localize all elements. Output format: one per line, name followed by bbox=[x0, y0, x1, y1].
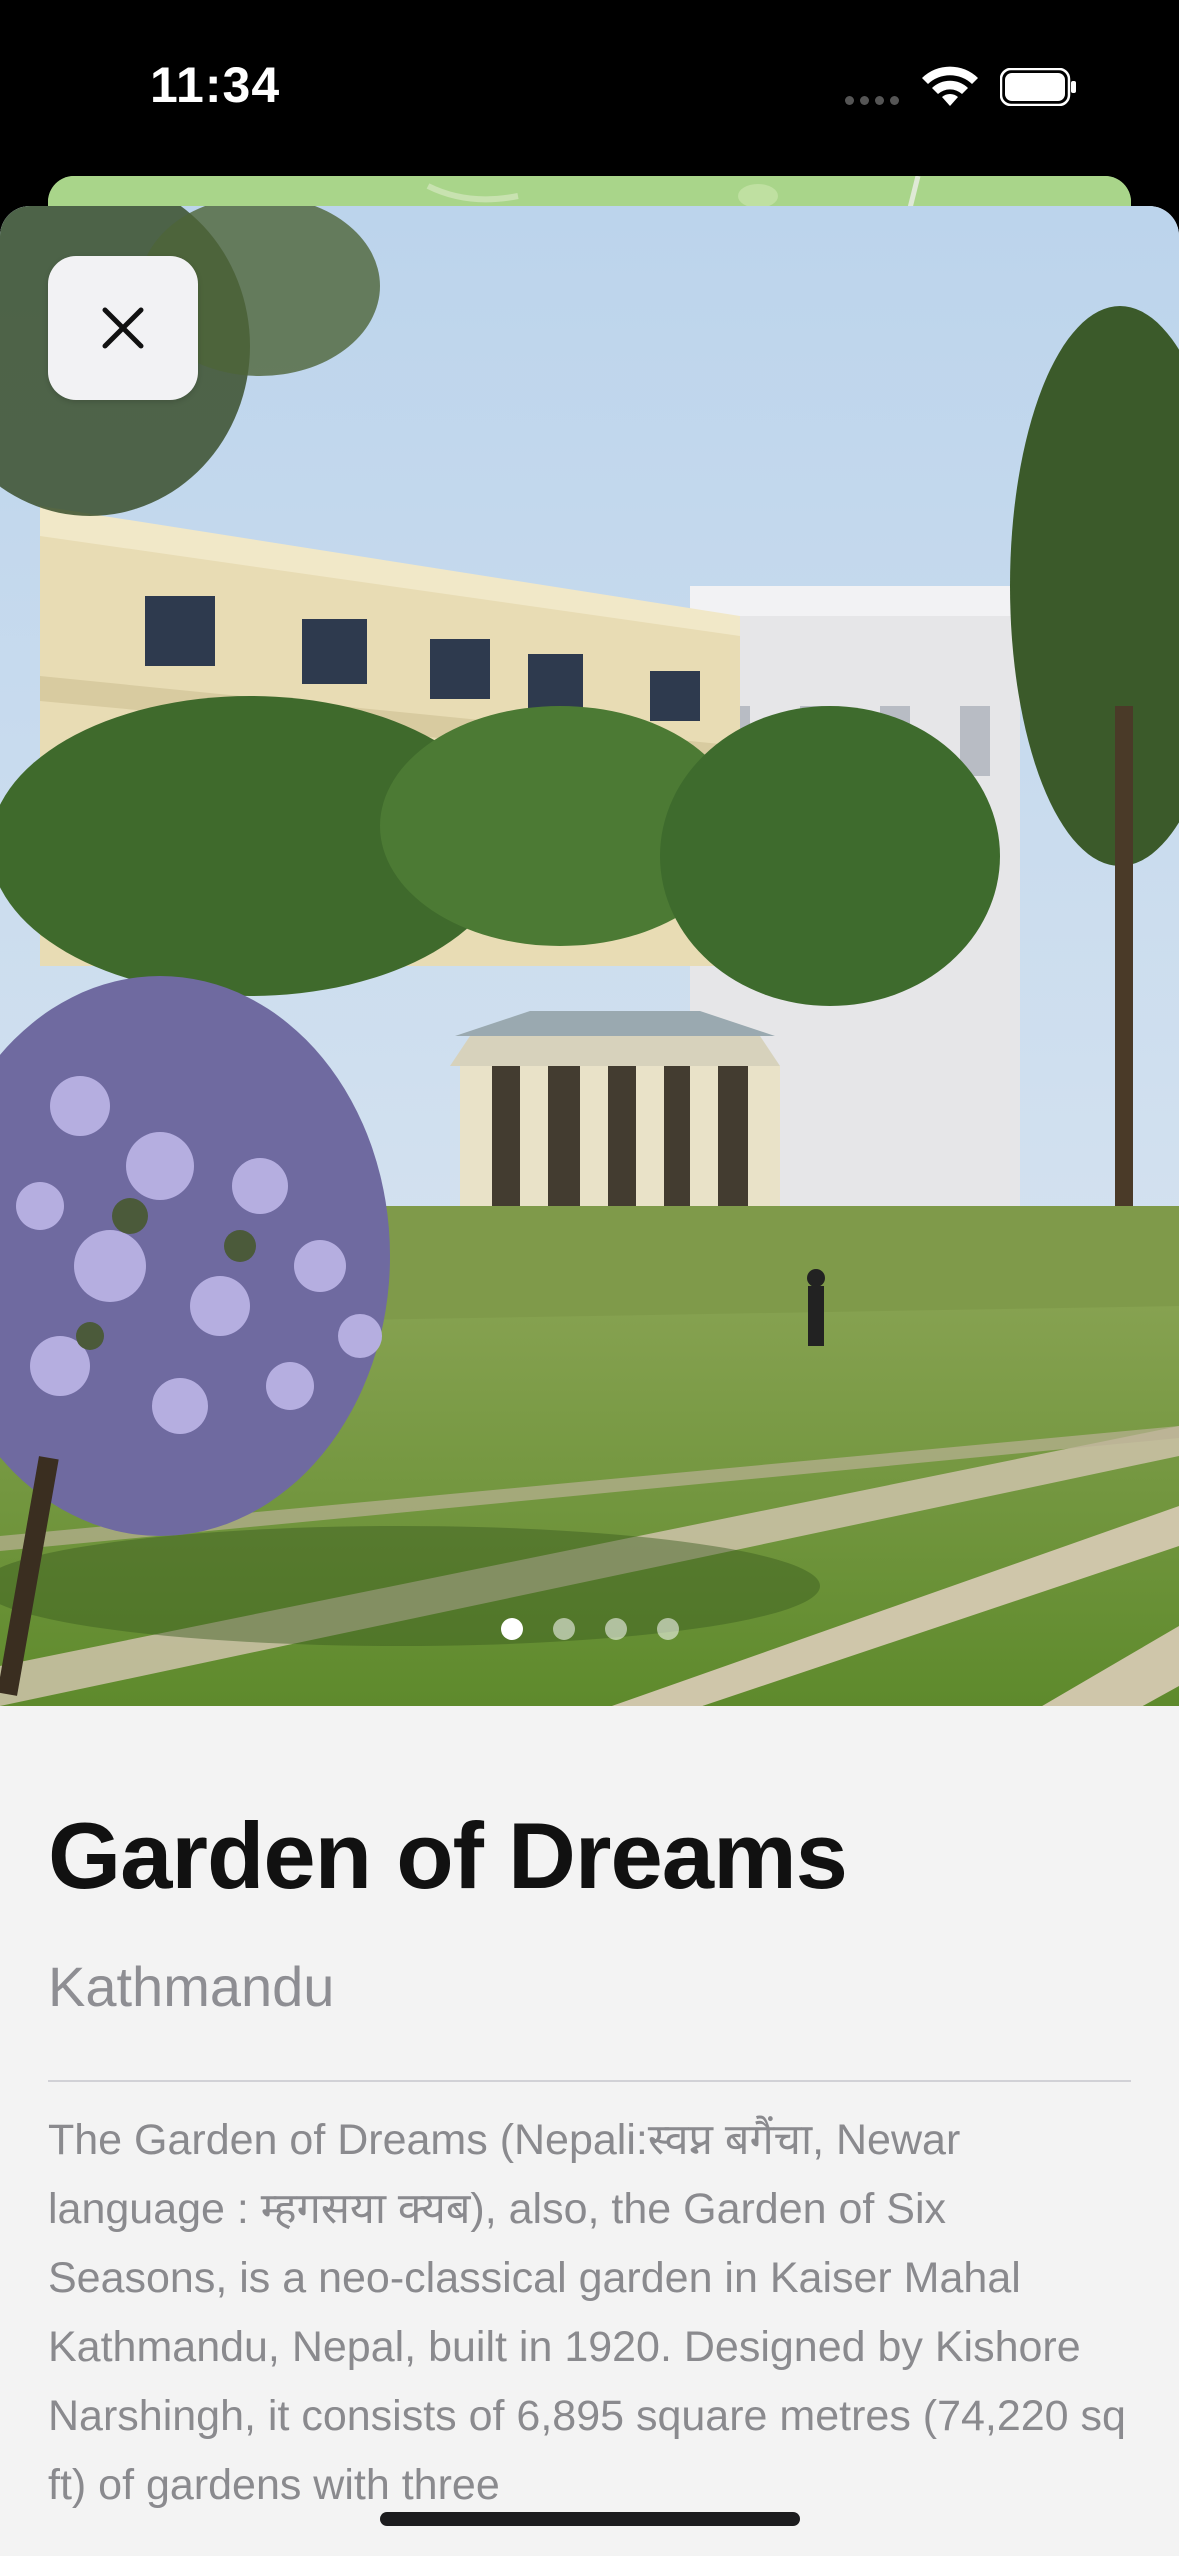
home-indicator[interactable] bbox=[380, 2512, 800, 2526]
close-icon bbox=[102, 307, 144, 349]
gallery-dot-4[interactable] bbox=[656, 1618, 679, 1640]
divider bbox=[48, 2080, 1131, 2082]
gallery-page-indicator[interactable] bbox=[0, 1618, 1179, 1640]
place-detail-sheet: Garden of Dreams Kathmandu The Garden of… bbox=[0, 206, 1179, 2556]
cellular-signal-icon bbox=[845, 92, 905, 110]
place-title: Garden of Dreams bbox=[48, 1803, 848, 1908]
gallery-dot-2[interactable] bbox=[552, 1618, 575, 1640]
wifi-icon bbox=[922, 66, 978, 106]
place-location: Kathmandu bbox=[48, 1955, 335, 2018]
photo-gallery[interactable] bbox=[0, 206, 1179, 1706]
place-description: The Garden of Dreams (Nepali:स्वप्न बगैं… bbox=[48, 2116, 1126, 2509]
status-time: 11:34 bbox=[150, 57, 281, 113]
status-bar: 11:34 bbox=[0, 0, 1179, 170]
garden-photo bbox=[0, 206, 1179, 1706]
close-button[interactable] bbox=[48, 256, 198, 400]
gallery-dot-3[interactable] bbox=[604, 1618, 627, 1640]
gallery-dot-1[interactable] bbox=[500, 1618, 523, 1640]
battery-icon bbox=[1000, 68, 1076, 106]
